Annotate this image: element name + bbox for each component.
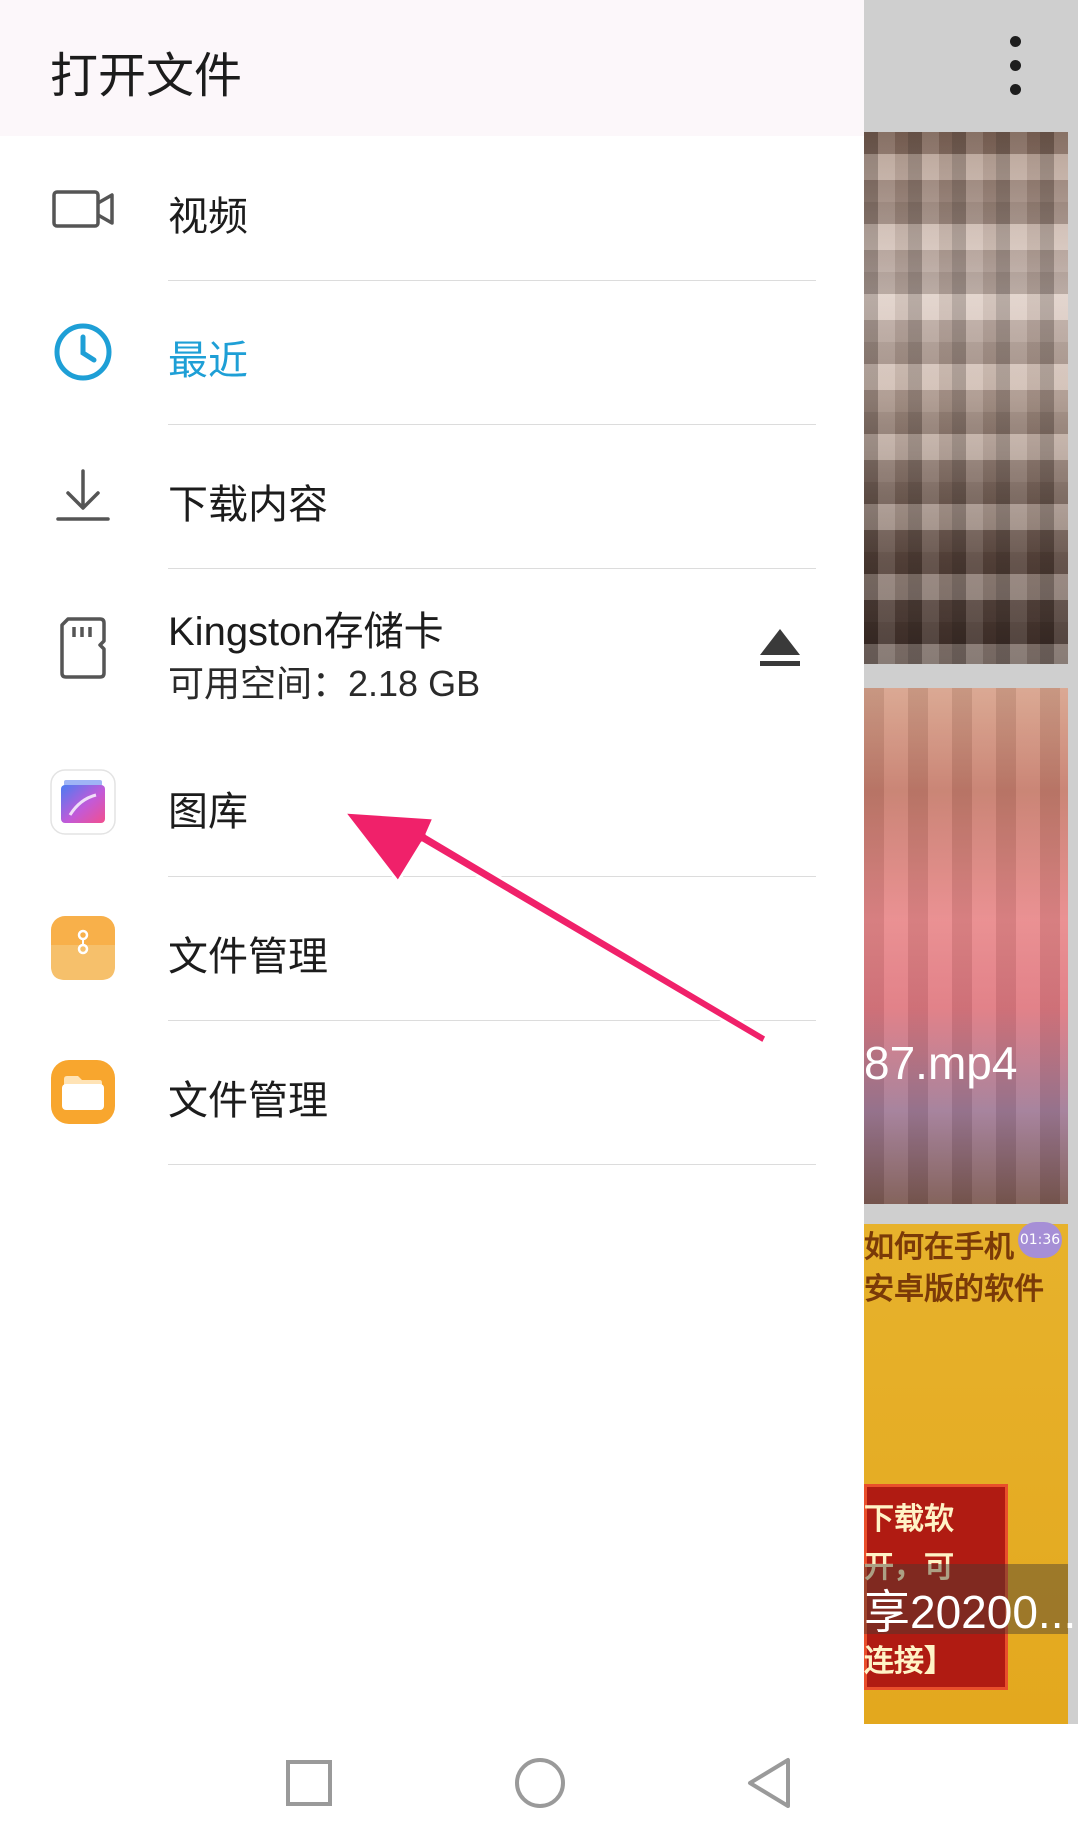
drawer-item-label: Kingston存储卡 — [168, 610, 444, 654]
folder-app-icon — [51, 1060, 115, 1124]
drawer-item-sublabel: 可用空间：2.18 GB — [168, 663, 481, 704]
thumbnail-filename: 87.mp4 — [864, 1037, 1018, 1089]
drawer-item-label: 最近 — [168, 338, 248, 384]
drawer-item-recent[interactable]: 最近 — [0, 281, 864, 424]
thumbnail-caption-line: 安卓版的软件 — [864, 1272, 1044, 1307]
drawer-item-videos[interactable]: 视频 — [0, 136, 864, 280]
navigation-bar — [0, 1724, 1078, 1840]
video-thumbnail-2[interactable] — [864, 688, 1068, 1204]
open-file-drawer: 打开文件 视频 最近 下载内容 Kingston存储卡 可用空间：2.18 GB… — [0, 0, 864, 1724]
recent-apps-icon[interactable] — [274, 1748, 344, 1818]
thumbnail-filename: 享20200... — [864, 1586, 1077, 1638]
drawer-item-label: 视频 — [168, 194, 248, 240]
drawer-header: 打开文件 — [0, 0, 864, 136]
clock-icon — [54, 323, 112, 381]
drawer-title: 打开文件 — [50, 48, 243, 104]
download-icon — [56, 469, 110, 521]
thumbnail-panel-line: 下载软 — [864, 1502, 954, 1537]
video-thumbnail-1[interactable] — [864, 132, 1068, 664]
divider — [168, 1164, 816, 1165]
drawer-item-gallery[interactable]: 图库 — [0, 727, 864, 876]
drawer-item-downloads[interactable]: 下载内容 — [0, 425, 864, 568]
drawer-item-label: 文件管理 — [168, 1078, 328, 1124]
drawer-item-sd-card[interactable]: Kingston存储卡 可用空间：2.18 GB — [0, 569, 864, 727]
home-icon[interactable] — [505, 1748, 575, 1818]
drawer-item-file-manager-1[interactable]: 文件管理 — [0, 877, 864, 1020]
thumbnail-caption-line: 如何在手机 — [864, 1230, 1014, 1265]
drawer-item-label: 图库 — [168, 789, 248, 835]
drawer-item-label: 文件管理 — [168, 934, 328, 980]
gallery-app-icon — [50, 769, 116, 835]
thumbnail-panel-line: 连接】 — [864, 1644, 954, 1679]
drawer-item-label: 下载内容 — [168, 482, 328, 528]
file-manager-app-icon — [51, 916, 115, 980]
drawer-item-file-manager-2[interactable]: 文件管理 — [0, 1021, 864, 1164]
eject-icon[interactable] — [756, 623, 804, 671]
sd-card-icon — [60, 617, 106, 679]
video-icon — [52, 190, 114, 228]
duration-badge: 01:36 — [1018, 1222, 1062, 1258]
back-icon[interactable] — [734, 1748, 804, 1818]
more-options-icon[interactable] — [990, 30, 1040, 100]
